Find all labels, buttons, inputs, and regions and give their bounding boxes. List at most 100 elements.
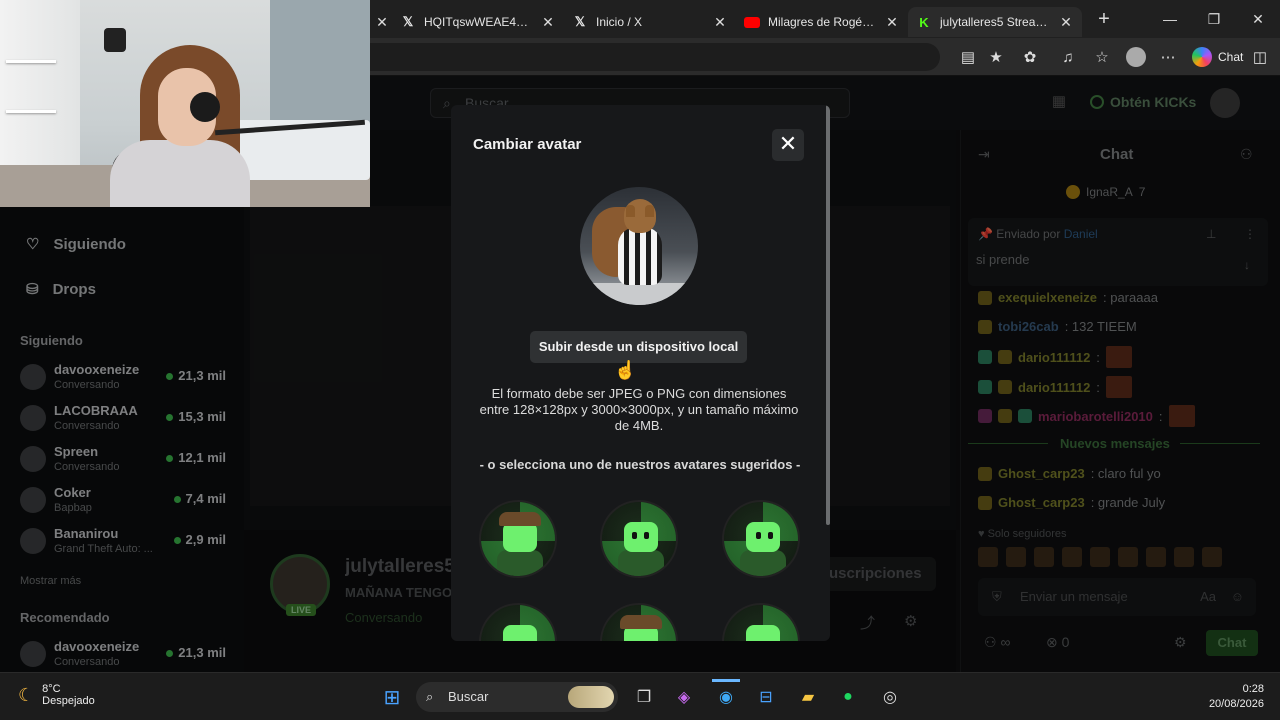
close-icon[interactable]: ✕: [374, 14, 390, 31]
pointer-cursor-icon: ☝: [614, 360, 637, 380]
avatar-eye: [644, 532, 649, 539]
avatar-eye: [756, 532, 761, 539]
active-app-indicator: [712, 679, 740, 682]
x-logo-icon: 𝕏: [402, 14, 414, 29]
task-view-icon[interactable]: ❐: [632, 685, 656, 709]
close-icon[interactable]: ✕: [772, 129, 804, 161]
webcam-shelf: [6, 110, 56, 113]
squirrel-ear: [626, 205, 635, 217]
sidebar-toggle-icon[interactable]: ◫: [1248, 45, 1272, 69]
format-info-text: El formato debe ser JPEG o PNG con dimen…: [479, 386, 799, 433]
tab-x-image[interactable]: 𝕏 HQITqswWEAE4Ort (327 ✕: [392, 7, 564, 37]
clock-date: 20/08/2026: [1208, 698, 1264, 710]
avatar-body: [497, 550, 543, 576]
more-icon[interactable]: ⋯: [1156, 45, 1180, 69]
tab-label: HQITqswWEAE4Ort (327: [424, 15, 532, 29]
suggested-avatar-5[interactable]: [600, 603, 678, 641]
close-icon[interactable]: ✕: [712, 14, 728, 31]
squirrel-head: [624, 199, 656, 233]
suggested-avatar-6[interactable]: [722, 603, 800, 641]
tab-kick-stream[interactable]: K julytalleres5 Stream - W ✕: [908, 7, 1082, 37]
favorite-star-icon[interactable]: ★: [984, 45, 1008, 69]
avatar-eye: [768, 532, 773, 539]
avatar-table: [580, 283, 698, 305]
suggested-avatar-1[interactable]: [479, 500, 557, 578]
avatar-hat: [499, 512, 541, 526]
favorites-icon[interactable]: ☆: [1090, 45, 1114, 69]
store-icon[interactable]: ⊟: [754, 685, 778, 709]
file-explorer-icon[interactable]: ▰: [796, 685, 820, 709]
current-avatar: [580, 187, 698, 305]
search-highlight-image: [568, 686, 614, 708]
change-avatar-modal: Cambiar avatar ✕ Subir desde un disposit…: [451, 105, 830, 641]
search-icon: ⌕: [426, 689, 434, 704]
copilot-chat-button[interactable]: Chat: [1192, 44, 1243, 70]
squirrel-ear: [645, 205, 654, 217]
avatar-eye: [632, 532, 637, 539]
close-window-icon[interactable]: ✕: [1236, 0, 1280, 38]
spotify-icon[interactable]: ●: [836, 685, 860, 709]
modal-scrollbar[interactable]: [826, 105, 830, 525]
tab-x-home[interactable]: 𝕏 Inicio / X ✕: [564, 7, 736, 37]
taskbar-search-label: Buscar: [448, 689, 489, 704]
x-logo-icon: 𝕏: [574, 14, 586, 29]
moon-icon: ☾: [18, 684, 35, 705]
webcam-overlay: [0, 0, 370, 207]
close-icon[interactable]: ✕: [540, 14, 556, 31]
new-tab-button[interactable]: +: [1088, 8, 1120, 31]
reader-icon[interactable]: ▤: [956, 45, 980, 69]
window-controls: — ❐ ✕: [1148, 0, 1280, 38]
clock-time: 0:28: [1242, 683, 1264, 695]
minimize-icon[interactable]: —: [1148, 0, 1192, 38]
windows-start-icon[interactable]: ⊞: [380, 685, 404, 709]
avatar-head: [624, 522, 658, 552]
webcam-shelf: [6, 60, 56, 63]
webcam-microphone: [190, 92, 220, 122]
avatar-hat: [620, 615, 662, 629]
taskbar-search[interactable]: ⌕ Buscar: [416, 682, 618, 712]
windows-taskbar: ☾ 8°C Despejado ⊞ ⌕ Buscar ❐ ◈ ◉ ⊟ ▰ ● ◎…: [0, 672, 1280, 720]
edge-icon[interactable]: ◉: [714, 685, 738, 709]
obs-icon[interactable]: ◎: [878, 685, 902, 709]
tab-label: Inicio / X: [596, 15, 643, 29]
restore-icon[interactable]: ❐: [1192, 0, 1236, 38]
close-icon[interactable]: ✕: [1058, 14, 1074, 31]
weather-text: 8°C Despejado: [42, 683, 95, 707]
url-field[interactable]: [370, 43, 940, 71]
avatar-body: [740, 550, 786, 576]
suggested-avatar-2[interactable]: [600, 500, 678, 578]
webcam-bag: [104, 28, 126, 52]
copilot-icon[interactable]: ◈: [672, 685, 696, 709]
weather-widget[interactable]: ☾ 8°C Despejado: [18, 683, 95, 707]
profile-icon[interactable]: [1124, 45, 1148, 69]
webcam-person-body: [110, 140, 250, 207]
media-icon[interactable]: ♫: [1056, 45, 1080, 69]
suggested-avatar-3[interactable]: [722, 500, 800, 578]
youtube-icon: [744, 14, 760, 30]
copilot-chat-label: Chat: [1218, 50, 1244, 64]
suggested-avatars-heading: - o selecciona uno de nuestros avatares …: [479, 457, 801, 472]
tab-youtube[interactable]: Milagres de Rogério Ce ✕: [736, 7, 908, 37]
system-clock[interactable]: 0:28 20/08/2026: [1209, 682, 1264, 712]
address-bar: ▤ ★ ✿ ♫ ☆ ⋯ Chat ◫: [370, 38, 1280, 76]
avatar-head: [746, 625, 780, 641]
copilot-icon: [1192, 47, 1212, 67]
temperature: 8°C: [42, 683, 61, 695]
weather-condition: Despejado: [42, 695, 95, 707]
avatar-body: [618, 550, 664, 576]
squirrel-jersey: [618, 227, 662, 285]
tab-overflow[interactable]: ✕: [370, 7, 392, 37]
modal-title: Cambiar avatar: [473, 136, 582, 153]
avatar-head: [746, 522, 780, 552]
upload-local-button[interactable]: Subir desde un dispositivo local: [530, 331, 747, 363]
avatar-head: [503, 625, 537, 641]
suggested-avatars-label: o selecciona uno de nuestros avatares su…: [487, 457, 793, 472]
suggested-avatar-4[interactable]: [479, 603, 557, 641]
kick-logo-icon: K: [919, 14, 929, 30]
browser-tab-bar: ✕ 𝕏 HQITqswWEAE4Ort (327 ✕ 𝕏 Inicio / X …: [370, 0, 1280, 38]
avatar-head: [503, 522, 537, 552]
extensions-icon[interactable]: ✿: [1018, 45, 1042, 69]
tab-label: Milagres de Rogério Ce: [768, 15, 876, 29]
close-icon[interactable]: ✕: [884, 14, 900, 31]
tab-label: julytalleres5 Stream - W: [940, 15, 1050, 29]
